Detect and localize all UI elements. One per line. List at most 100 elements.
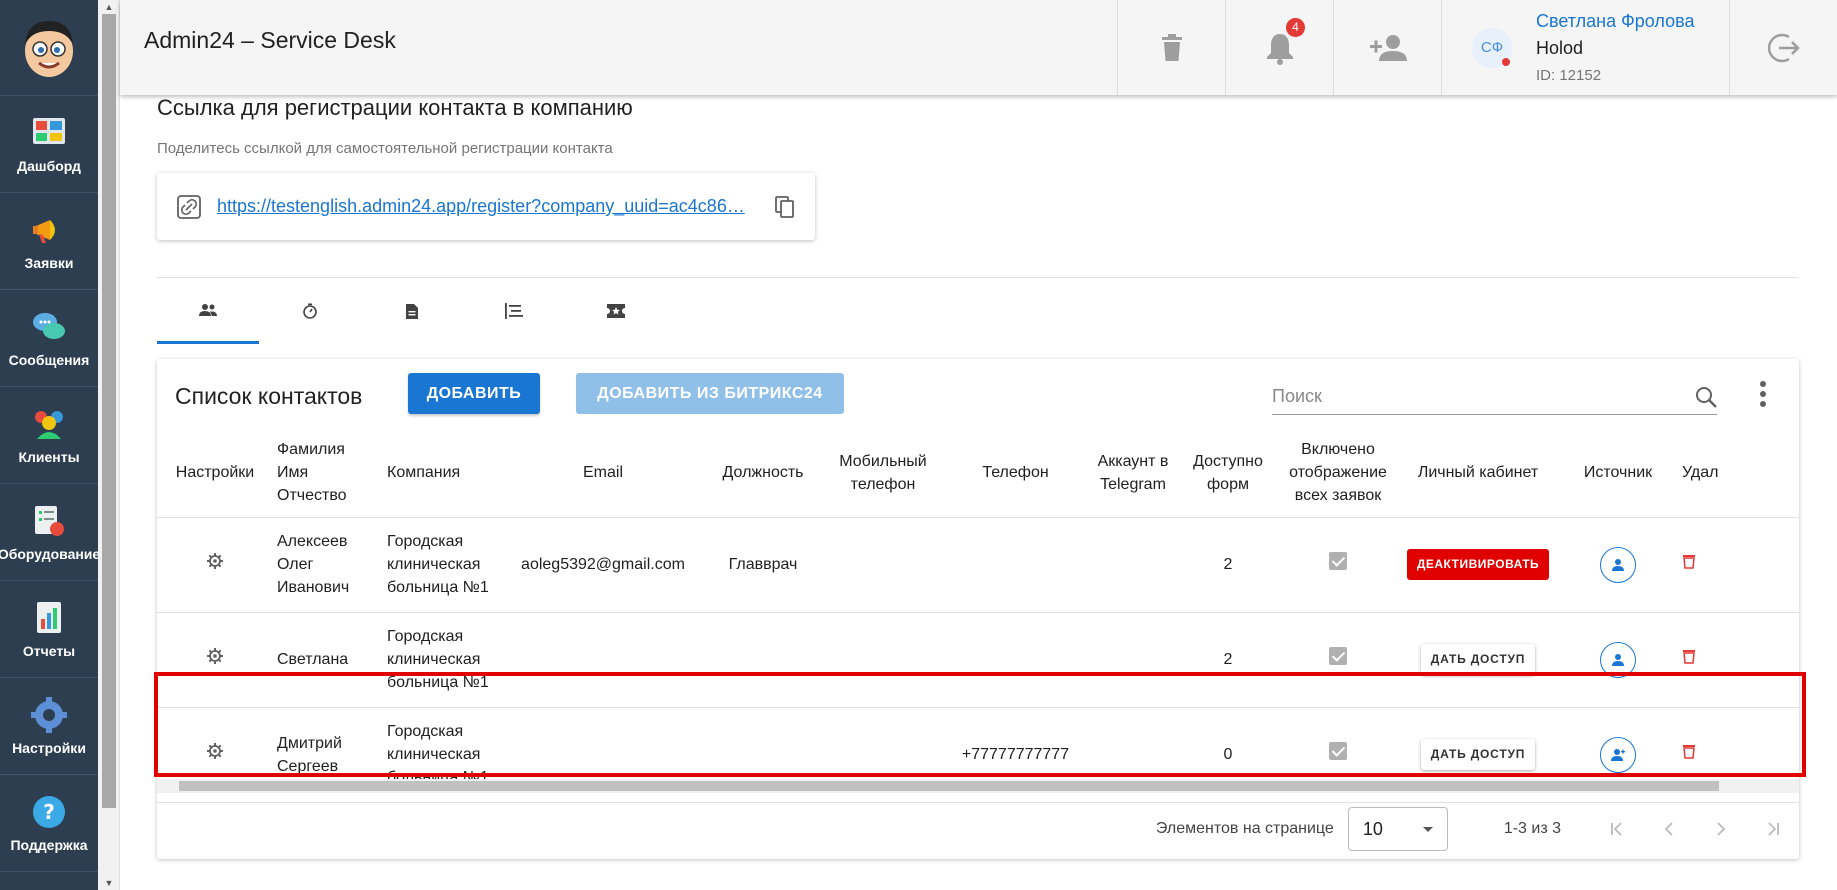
contacts-card: Список контактов ДОБАВИТЬ ДОБАВИТЬ ИЗ БИ… bbox=[157, 359, 1799, 859]
user-name[interactable]: Светлана Фролова bbox=[1536, 11, 1694, 32]
megaphone-icon bbox=[33, 220, 55, 243]
copy-icon[interactable] bbox=[775, 195, 795, 218]
first-page-icon bbox=[1611, 822, 1622, 836]
col-forms[interactable]: Доступно форм bbox=[1178, 429, 1278, 518]
table-horizontal-scrollbar[interactable] bbox=[157, 779, 1799, 793]
delete-icon[interactable] bbox=[1682, 553, 1696, 569]
show-all-checkbox[interactable] bbox=[1329, 552, 1347, 570]
cell-mobile bbox=[823, 612, 943, 708]
sidebar-item-support[interactable]: ? Поддержка bbox=[0, 775, 98, 872]
deactivate-button[interactable]: ДЕАКТИВИРОВАТЬ bbox=[1406, 549, 1550, 580]
app-title: Admin24 – Service Desk bbox=[144, 27, 396, 53]
sidebar-item-label: Настройки bbox=[12, 740, 86, 756]
col-position[interactable]: Должность bbox=[703, 429, 823, 518]
tab-contacts[interactable] bbox=[157, 278, 259, 344]
trash-button[interactable] bbox=[1117, 0, 1225, 95]
first-page-button[interactable] bbox=[1591, 809, 1643, 849]
delete-icon[interactable] bbox=[1682, 743, 1696, 759]
more-vert-icon[interactable] bbox=[1759, 381, 1767, 407]
sidebar-item-settings[interactable]: Настройки bbox=[0, 678, 98, 775]
chevron-left-icon bbox=[1664, 822, 1673, 836]
col-phone[interactable]: Телефон bbox=[943, 429, 1088, 518]
source-button[interactable] bbox=[1600, 641, 1636, 678]
sidebar-item-clients[interactable]: Клиенты bbox=[0, 387, 98, 484]
col-cabinet: Личный кабинет bbox=[1398, 429, 1558, 518]
scrollbar-thumb[interactable] bbox=[179, 781, 1719, 791]
search-input[interactable] bbox=[1272, 386, 1695, 407]
person-add-icon bbox=[1611, 748, 1625, 761]
sidebar-item-equipment[interactable]: Оборудование bbox=[0, 484, 100, 581]
add-user-button[interactable] bbox=[1333, 0, 1441, 95]
registration-link-card: https://testenglish.admin24.app/register… bbox=[157, 173, 815, 240]
show-all-checkbox[interactable] bbox=[1329, 647, 1347, 665]
prev-page-button[interactable] bbox=[1643, 809, 1695, 849]
cell-phone bbox=[943, 612, 1088, 708]
table-row[interactable]: Светлана Городская клиническая больница … bbox=[157, 612, 1799, 708]
sidebar-item-requests[interactable]: Заявки bbox=[0, 193, 98, 290]
table-row[interactable]: Алексеев Олег Иванович Городская клиниче… bbox=[157, 517, 1799, 613]
source-button[interactable] bbox=[1600, 546, 1636, 583]
next-page-button[interactable] bbox=[1695, 809, 1747, 849]
col-show-all[interactable]: Включено отображение всех заявок bbox=[1278, 429, 1398, 518]
sidebar-item-dashboard[interactable]: Дашборд bbox=[0, 96, 98, 193]
equipment-icon bbox=[35, 506, 64, 536]
app-logo[interactable] bbox=[0, 0, 98, 96]
tab-tickets[interactable] bbox=[565, 278, 667, 344]
grant-access-button[interactable]: ДАТЬ ДОСТУП bbox=[1420, 739, 1536, 770]
settings-gear-icon[interactable] bbox=[207, 743, 223, 759]
col-delete: Удал bbox=[1678, 429, 1799, 518]
scroll-up-arrow-icon[interactable]: ▲ bbox=[98, 0, 120, 14]
ticket-icon bbox=[607, 304, 625, 318]
registration-title: Ссылка для регистрации контакта в компан… bbox=[157, 95, 633, 120]
cell-forms: 2 bbox=[1178, 612, 1278, 708]
scrollbar-thumb[interactable] bbox=[102, 14, 116, 808]
sidebar-item-reports[interactable]: Отчеты bbox=[0, 581, 98, 678]
tab-documents[interactable] bbox=[361, 278, 463, 344]
col-email[interactable]: Email bbox=[503, 429, 703, 518]
cell-telegram bbox=[1088, 612, 1178, 708]
col-company[interactable]: Компания bbox=[383, 429, 503, 518]
timer-icon bbox=[303, 303, 317, 319]
add-user-icon bbox=[1369, 34, 1407, 61]
grant-access-button[interactable]: ДАТЬ ДОСТУП bbox=[1420, 644, 1536, 675]
add-from-bitrix-button[interactable]: ДОБАВИТЬ ИЗ БИТРИКС24 bbox=[576, 373, 844, 414]
settings-gear-icon[interactable] bbox=[207, 553, 223, 569]
delete-icon[interactable] bbox=[1682, 648, 1696, 664]
contacts-table: Настройки Фамилия Имя Отчество Компания … bbox=[157, 429, 1799, 803]
sidebar-item-label: Клиенты bbox=[18, 449, 80, 465]
registration-link[interactable]: https://testenglish.admin24.app/register… bbox=[217, 196, 775, 217]
logout-icon bbox=[1767, 33, 1800, 62]
col-mobile[interactable]: Мобильный телефон bbox=[823, 429, 943, 518]
notifications-badge: 4 bbox=[1286, 18, 1305, 37]
scroll-down-arrow-icon[interactable]: ▼ bbox=[98, 876, 120, 890]
user-profile[interactable]: СФ Светлана Фролова Holod ID: 12152 bbox=[1441, 0, 1729, 95]
main-content: Ссылка для регистрации контакта в компан… bbox=[120, 95, 1837, 890]
add-contact-button[interactable]: ДОБАВИТЬ bbox=[408, 373, 540, 414]
notifications-button[interactable]: 4 bbox=[1225, 0, 1333, 95]
dashboard-icon bbox=[33, 118, 65, 144]
person-icon bbox=[1612, 653, 1624, 666]
tab-structure[interactable] bbox=[463, 278, 565, 344]
cell-forms: 2 bbox=[1178, 517, 1278, 613]
col-name[interactable]: Фамилия Имя Отчество bbox=[273, 429, 383, 518]
settings-gear-icon[interactable] bbox=[207, 648, 223, 664]
user-id: ID: 12152 bbox=[1536, 67, 1602, 84]
search-icon[interactable] bbox=[1695, 386, 1717, 408]
sidebar-item-messages[interactable]: Сообщения bbox=[0, 290, 98, 387]
gear-icon bbox=[31, 697, 67, 733]
cell-company: Городская клиническая больница №1 bbox=[383, 517, 503, 613]
contacts-title: Список контактов bbox=[175, 383, 363, 409]
show-all-checkbox[interactable] bbox=[1329, 742, 1347, 760]
tab-timer[interactable] bbox=[259, 278, 361, 344]
page-scrollbar[interactable]: ▲ ▼ bbox=[98, 0, 120, 890]
cell-email: aoleg5392@gmail.com bbox=[503, 517, 703, 613]
help-icon: ? bbox=[33, 796, 65, 828]
cell-mobile bbox=[823, 517, 943, 613]
source-button[interactable] bbox=[1600, 736, 1636, 773]
cell-position: Главврач bbox=[703, 517, 823, 613]
logout-button[interactable] bbox=[1729, 0, 1837, 95]
user-company: Holod bbox=[1536, 38, 1584, 58]
last-page-button[interactable] bbox=[1747, 809, 1799, 849]
per-page-select[interactable]: 10 bbox=[1347, 807, 1448, 851]
col-telegram[interactable]: Аккаунт в Telegram bbox=[1088, 429, 1178, 518]
